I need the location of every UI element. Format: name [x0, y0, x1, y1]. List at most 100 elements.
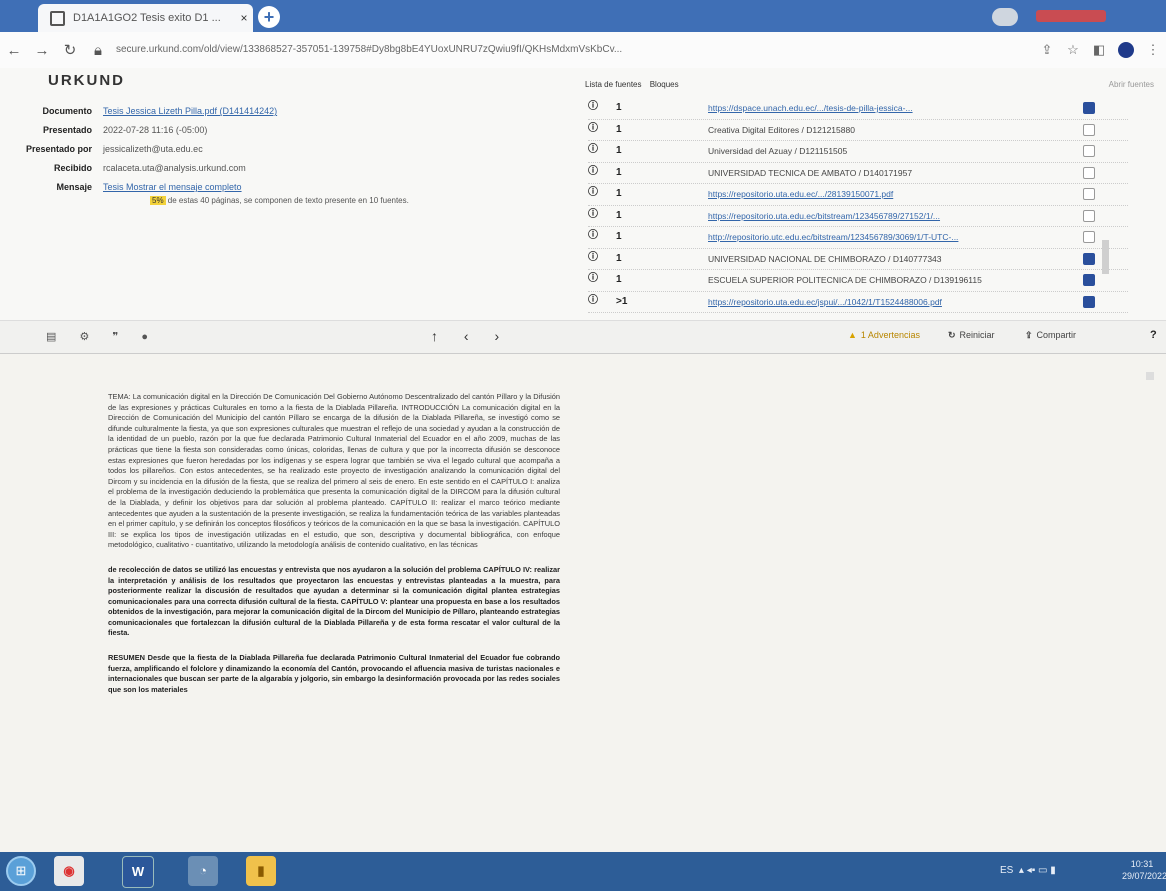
star-icon[interactable]: ☆ [1060, 42, 1086, 58]
speaker-icon[interactable]: ▴ ◂▪ ▭ ▮ [1016, 865, 1056, 876]
source-count: 1 [616, 188, 622, 199]
source-row[interactable]: ⓘ 1 UNIVERSIDAD TECNICA DE AMBATO / D140… [588, 163, 1128, 184]
tab-blocks[interactable]: Bloques [650, 80, 679, 89]
warnings-button[interactable]: ▲ 1 Advertencias [848, 330, 920, 340]
navigation-arrows: ↑ ‹ › [431, 328, 521, 344]
source-checkbox[interactable] [1083, 188, 1095, 200]
source-row[interactable]: ⓘ 1 https://dspace.unach.edu.ec/.../tesi… [588, 98, 1128, 120]
sources-scrollbar[interactable] [1102, 240, 1109, 274]
list-icon[interactable]: ▤ [46, 331, 56, 343]
prev-arrow-icon[interactable]: ‹ [464, 328, 469, 344]
source-row[interactable]: ⓘ >1 https://repositorio.uta.edu.ec/jspu… [588, 292, 1128, 313]
source-icon: ⓘ [588, 251, 598, 263]
source-checkbox[interactable] [1083, 102, 1095, 114]
address-bar: ← → ↻ 🔒︎ secure.urkund.com/old/view/1338… [0, 32, 1166, 69]
source-name[interactable]: https://repositorio.uta.edu.ec/jspui/...… [708, 297, 942, 307]
gear-icon[interactable]: ⚙ [79, 331, 89, 343]
source-name[interactable]: https://repositorio.uta.edu.ec/bitstream… [708, 211, 940, 221]
source-name[interactable]: http://repositorio.utc.edu.ec/bitstream/… [708, 232, 958, 242]
network-icon[interactable]: ◔ [188, 856, 218, 886]
folder-icon[interactable]: ▮ [246, 856, 276, 886]
restart-label: Reiniciar [959, 330, 995, 340]
source-name[interactable]: UNIVERSIDAD TECNICA DE AMBATO / D1401719… [708, 168, 912, 178]
similarity-percent: 5% [150, 196, 166, 205]
source-icon: ⓘ [588, 122, 598, 134]
meta-label: Recibido [53, 163, 92, 173]
source-name[interactable]: UNIVERSIDAD NACIONAL DE CHIMBORAZO / D14… [708, 254, 942, 264]
toolbar-left: ▤ ⚙ ❞ ● [46, 330, 168, 343]
restart-button[interactable]: ↻ Reiniciar [948, 330, 995, 341]
window-controls[interactable] [1036, 10, 1106, 22]
share-button[interactable]: ⇪ Compartir [1025, 330, 1076, 341]
source-icon: ⓘ [588, 208, 598, 220]
meta-row: Presentado 2022-07-28 11:16 (-05:00) [0, 125, 560, 140]
new-tab-button[interactable]: + [258, 6, 280, 28]
tab-sources[interactable]: Lista de fuentes [585, 80, 641, 89]
word-icon[interactable]: W [122, 856, 154, 888]
source-name[interactable]: Universidad del Azuay / D121151505 [708, 146, 847, 156]
source-count: 1 [616, 102, 622, 113]
source-icon: ⓘ [588, 187, 598, 198]
sources-list: ⓘ 1 https://dspace.unach.edu.ec/.../tesi… [588, 98, 1128, 313]
favicon-icon [50, 10, 65, 26]
url-field[interactable]: secure.urkund.com/old/view/133868527-357… [116, 39, 1024, 61]
quote-icon[interactable]: ❞ [112, 331, 118, 343]
language-indicator[interactable]: ES [1000, 865, 1013, 876]
source-checkbox[interactable] [1083, 252, 1095, 265]
source-checkbox[interactable] [1083, 209, 1095, 222]
source-checkbox[interactable] [1083, 145, 1095, 157]
source-name[interactable]: Creativa Digital Editores / D121215880 [708, 125, 855, 135]
back-icon[interactable]: ← [0, 42, 28, 59]
help-icon[interactable]: ? [1150, 329, 1157, 341]
source-count: 1 [616, 145, 622, 156]
close-tab-icon[interactable]: × [235, 11, 253, 25]
source-row[interactable]: ⓘ 1 Creativa Digital Editores / D1212158… [588, 120, 1128, 141]
avatar[interactable] [1118, 42, 1134, 58]
profile-icon[interactable] [992, 8, 1018, 26]
document-paragraph: RESUMEN Desde que la fiesta de la Diabla… [108, 653, 560, 694]
source-name[interactable]: https://repositorio.uta.edu.ec/.../28139… [708, 189, 893, 199]
clock[interactable]: 10:31 29/07/2022 [1122, 858, 1166, 882]
next-arrow-icon[interactable]: › [494, 328, 499, 344]
source-count: 1 [616, 231, 622, 242]
meta-label: Presentado [42, 125, 92, 135]
source-row[interactable]: ⓘ 1 https://repositorio.uta.edu.ec/.../2… [588, 184, 1128, 206]
forward-icon[interactable]: → [28, 42, 56, 59]
restart-icon: ↻ [948, 330, 956, 340]
document-link[interactable]: Tesis Jessica Lizeth Pilla.pdf (D1414142… [103, 106, 277, 116]
source-name[interactable]: https://dspace.unach.edu.ec/.../tesis-de… [708, 103, 913, 113]
meta-row: Mensaje Tesis Mostrar el mensaje complet… [0, 182, 560, 197]
message-link[interactable]: Tesis Mostrar el mensaje completo [103, 182, 242, 192]
source-row[interactable]: ⓘ 1 UNIVERSIDAD NACIONAL DE CHIMBORAZO /… [588, 249, 1128, 270]
source-count: 1 [616, 166, 622, 178]
chrome-icon[interactable]: ◉ [54, 856, 84, 886]
start-button[interactable]: ⊞ [6, 856, 36, 886]
reload-icon[interactable]: ↻ [56, 41, 84, 59]
source-row[interactable]: ⓘ 1 Universidad del Azuay / D121151505 [588, 141, 1128, 163]
source-icon: ⓘ [588, 101, 598, 112]
source-checkbox[interactable] [1083, 166, 1095, 179]
viewer-toolbar: ▤ ⚙ ❞ ● ↑ ‹ › ▲ 1 Advertencias ↻ Reiniciar… [0, 320, 1166, 354]
source-checkbox[interactable] [1083, 123, 1095, 136]
source-count: 1 [616, 123, 622, 135]
expand-sources-link[interactable]: Abrir fuentes [1109, 80, 1154, 89]
meta-row: Recibido rcalaceta.uta@analysis.urkund.c… [0, 163, 560, 178]
menu-icon[interactable]: ⋮ [1140, 42, 1166, 58]
share-icon[interactable]: ⇪ [1034, 42, 1060, 58]
source-count: >1 [616, 295, 628, 307]
source-row[interactable]: ⓘ 1 ESCUELA SUPERIOR POLITECNICA DE CHIM… [588, 270, 1128, 292]
sidebar-icon[interactable]: ◧ [1086, 42, 1112, 58]
browser-tab[interactable]: D1A1A1GO2 Tesis exito D1 ... × [38, 4, 253, 32]
source-count: 1 [616, 252, 622, 264]
source-checkbox[interactable] [1083, 274, 1095, 286]
tag-icon[interactable]: ● [141, 331, 148, 343]
up-arrow-icon[interactable]: ↑ [431, 328, 438, 344]
source-row[interactable]: ⓘ 1 https://repositorio.uta.edu.ec/bitst… [588, 206, 1128, 227]
source-name[interactable]: ESCUELA SUPERIOR POLITECNICA DE CHIMBORA… [708, 275, 982, 285]
source-count: 1 [616, 209, 622, 221]
source-row[interactable]: ⓘ 1 http://repositorio.utc.edu.ec/bitstr… [588, 227, 1128, 249]
source-checkbox[interactable] [1083, 231, 1095, 243]
page-marker [1146, 372, 1154, 380]
meta-label: Mensaje [56, 182, 92, 192]
source-checkbox[interactable] [1083, 295, 1095, 308]
